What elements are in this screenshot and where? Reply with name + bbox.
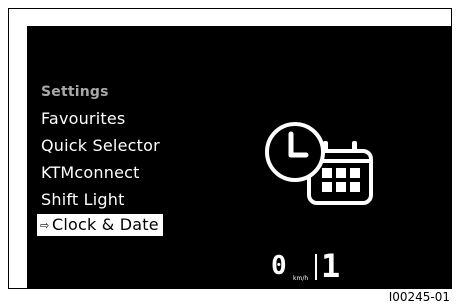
clock-calendar-icon [259,114,399,224]
speed-value: 0 [271,251,287,281]
figure-id: I00245-01 [388,290,450,304]
figure-frame: Settings Favourites Quick Selector KTMco… [8,8,452,289]
menu-item-shift-light[interactable]: Shift Light [41,190,125,209]
dashboard-screen: Settings Favourites Quick Selector KTMco… [27,26,452,288]
menu-item-clock-date[interactable]: ⇨ Clock & Date [37,214,163,236]
clock-icon [265,122,325,182]
menu-header: Settings [41,84,109,100]
menu-item-favourites[interactable]: Favourites [41,109,125,128]
selection-arrow-icon: ⇨ [40,219,50,232]
menu-item-ktmconnect[interactable]: KTMconnect [41,163,140,182]
menu-item-label: Clock & Date [52,215,159,234]
gear-indicator: 1 [321,247,341,285]
status-divider [315,254,317,280]
speed-unit: km/h [293,275,309,282]
menu-item-quick-selector[interactable]: Quick Selector [41,136,160,155]
